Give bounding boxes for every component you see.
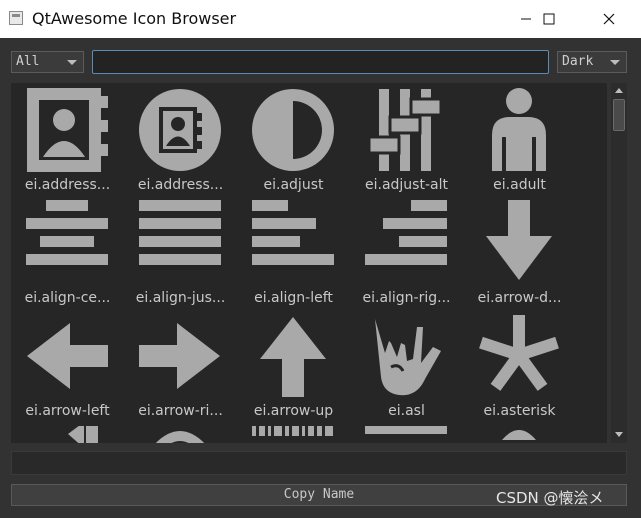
icon-cell[interactable]: ei.arrow-ri... [124, 309, 237, 422]
address-book-icon [27, 88, 108, 172]
icon-cell[interactable]: ei.align-jus... [124, 196, 237, 309]
adult-icon [492, 88, 546, 171]
icon-cell[interactable]: ei.address... [124, 83, 237, 196]
arrow-right-icon [139, 323, 220, 389]
asterisk-icon [479, 315, 559, 391]
icon-label: ei.address... [24, 177, 111, 193]
partial-icon [68, 426, 98, 443]
icon-label: ei.arrow-ri... [138, 403, 223, 419]
asl-icon [375, 319, 441, 396]
icon-label: ei.address... [137, 177, 224, 193]
icon-cell[interactable]: ei.address... [11, 83, 124, 196]
icon-label: ei.asl [388, 403, 425, 419]
title-bar: QtAwesome Icon Browser [0, 0, 641, 38]
maximize-button[interactable] [526, 0, 572, 38]
adjust-icon [252, 89, 334, 171]
icon-cell[interactable] [124, 422, 237, 443]
chevron-down-icon [610, 60, 620, 65]
icon-grid[interactable]: ei.address... ei.address... ei.adjust ei… [11, 83, 607, 443]
icon-cell[interactable] [237, 422, 350, 443]
arrow-down-icon [486, 200, 552, 280]
icon-cell[interactable]: ei.align-left [237, 196, 350, 309]
maximize-icon [543, 13, 555, 25]
align-justify-icon [139, 200, 221, 265]
icon-cell[interactable] [11, 422, 124, 443]
vertical-scrollbar[interactable] [611, 83, 627, 443]
icon-label: ei.align-rig... [362, 290, 451, 306]
arrow-left-icon [27, 323, 108, 389]
icon-label: ei.adult [493, 177, 546, 193]
icon-cell[interactable]: ei.align-rig... [350, 196, 463, 309]
icon-label: ei.align-ce... [24, 290, 111, 306]
icon-label: ei.arrow-up [253, 403, 334, 419]
icon-cell[interactable]: ei.arrow-left [11, 309, 124, 422]
app-window-icon [9, 11, 23, 25]
partial-icon [502, 430, 536, 440]
icon-label: ei.align-jus... [135, 290, 226, 306]
address-book-alt-icon [139, 89, 221, 171]
watermark: CSDN @懐浍メ [496, 489, 604, 507]
icon-cell[interactable]: ei.asterisk [463, 309, 576, 422]
icon-cell[interactable]: ei.arrow-d... [463, 196, 576, 309]
icon-cell[interactable]: ei.asl [350, 309, 463, 422]
icon-label: ei.arrow-d... [477, 290, 562, 306]
align-right-icon [365, 200, 447, 265]
search-input[interactable] [92, 50, 549, 74]
partial-icon [365, 426, 447, 434]
theme-value: Dark [562, 54, 594, 69]
icon-cell[interactable] [350, 422, 463, 443]
icon-cell[interactable]: ei.arrow-up [237, 309, 350, 422]
filter-value: All [16, 54, 40, 69]
scroll-thumb[interactable] [613, 99, 625, 131]
chevron-down-icon [67, 60, 77, 65]
icon-name-field[interactable] [11, 451, 627, 475]
main-panel: All Dark ei.address... ei.address... ei.… [0, 38, 641, 518]
icon-cell[interactable]: ei.adjust [237, 83, 350, 196]
icon-label: ei.align-left [254, 290, 333, 306]
close-icon [603, 13, 615, 25]
icon-cell[interactable] [463, 422, 576, 443]
close-button[interactable] [586, 0, 632, 38]
icon-label: ei.adjust-alt [365, 177, 448, 193]
filter-combo[interactable]: All [11, 51, 84, 73]
adjust-alt-icon [367, 89, 443, 171]
icon-cell[interactable]: ei.align-ce... [11, 196, 124, 309]
icon-label: ei.arrow-left [25, 403, 110, 419]
align-left-icon [252, 200, 334, 265]
icon-cell[interactable]: ei.adult [463, 83, 576, 196]
window-title: QtAwesome Icon Browser [32, 9, 237, 28]
scroll-down-icon[interactable] [613, 429, 625, 441]
icon-label: ei.asterisk [483, 403, 556, 419]
icon-label: ei.adjust [263, 177, 324, 193]
partial-icon [155, 431, 205, 443]
theme-combo[interactable]: Dark [557, 51, 627, 73]
arrow-up-icon [260, 317, 326, 397]
align-center-icon [26, 200, 108, 265]
partial-icon [252, 426, 333, 436]
scroll-up-icon[interactable] [613, 85, 625, 97]
icon-cell[interactable]: ei.adjust-alt [350, 83, 463, 196]
